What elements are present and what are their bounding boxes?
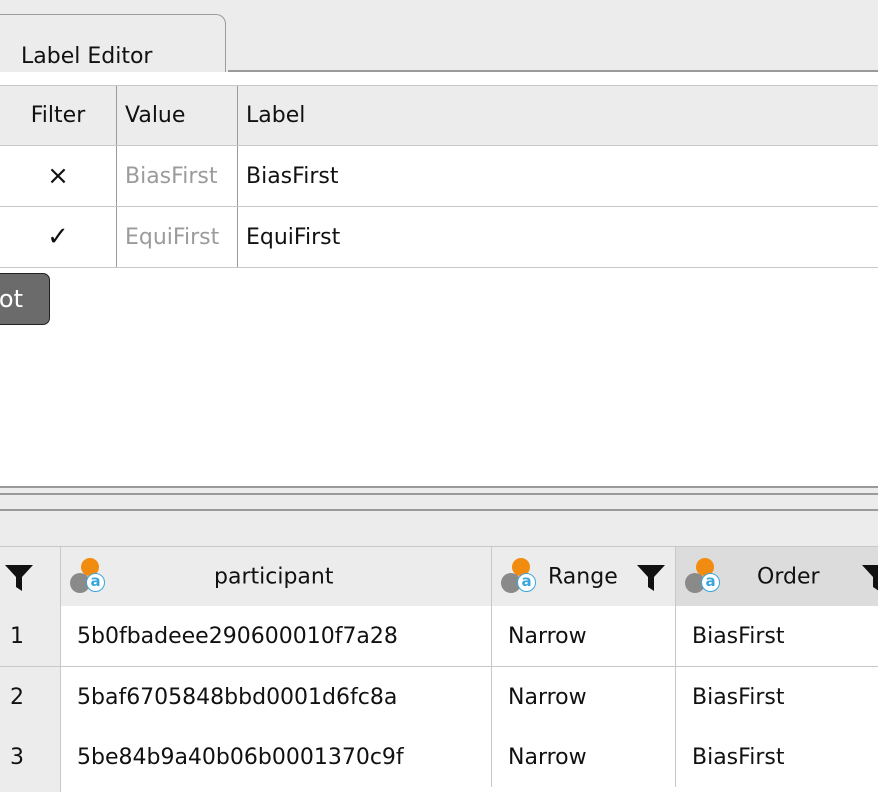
tab-label-editor[interactable]: Label Editor — [0, 14, 226, 72]
order-header-label: Order — [757, 564, 820, 590]
order-cell[interactable]: BiasFirst — [676, 667, 878, 727]
splitter-line — [0, 493, 878, 495]
participant-cell[interactable]: 5be84b9a40b06b0001370c9f — [61, 727, 492, 787]
participant-header-label: participant — [214, 564, 334, 590]
funnel-filter-icon — [5, 565, 33, 591]
funnel-filter-icon[interactable] — [635, 563, 667, 593]
splitter-line — [0, 486, 878, 488]
label-editor-panel: Filter Value Label × BiasFirst BiasFirst… — [0, 72, 878, 486]
value-cell: EquiFirst — [117, 207, 238, 267]
order-cell[interactable]: BiasFirst — [676, 606, 878, 666]
value-column-header: Value — [117, 86, 238, 145]
participant-cell[interactable]: 5baf6705848bbd0001d6fc8a — [61, 667, 492, 727]
range-column-header[interactable]: a Range — [492, 547, 676, 607]
row-index: 2 — [0, 667, 61, 727]
value-cell: BiasFirst — [117, 146, 238, 206]
row-filter-header[interactable] — [0, 547, 61, 607]
table-row[interactable]: 1 5b0fbadeee290600010f7a28 Narrow BiasFi… — [0, 606, 878, 667]
data-spreadsheet: a participant a Range a Order 1 5b0fbade… — [0, 546, 878, 792]
label-input[interactable]: BiasFirst — [238, 146, 878, 206]
row-index: 3 — [0, 727, 61, 787]
label-editor-table: Filter Value Label × BiasFirst BiasFirst… — [0, 85, 878, 268]
nominal-text-variable-icon: a — [501, 558, 541, 596]
action-button[interactable]: ot — [0, 273, 50, 325]
label-editor-row: × BiasFirst BiasFirst — [0, 146, 878, 207]
label-editor-row: ✓ EquiFirst EquiFirst — [0, 207, 878, 268]
tab-label: Label Editor — [21, 44, 153, 69]
panel-splitter[interactable] — [0, 486, 878, 511]
spreadsheet-header-row: a participant a Range a Order — [0, 546, 878, 608]
range-cell[interactable]: Narrow — [492, 667, 676, 727]
table-row[interactable]: 3 5be84b9a40b06b0001370c9f Narrow BiasFi… — [0, 727, 878, 788]
cross-icon: × — [47, 161, 69, 191]
editor-top-gap — [0, 72, 878, 85]
range-header-label: Range — [548, 564, 618, 590]
order-cell[interactable]: BiasFirst — [676, 727, 878, 787]
funnel-filter-icon[interactable] — [860, 563, 878, 593]
check-icon: ✓ — [47, 222, 69, 252]
label-editor-header-row: Filter Value Label — [0, 85, 878, 146]
tab-bar: Label Editor — [0, 0, 878, 72]
filter-column-header: Filter — [0, 86, 117, 145]
label-input[interactable]: EquiFirst — [238, 207, 878, 267]
participant-column-header[interactable]: a participant — [61, 547, 492, 607]
range-cell[interactable]: Narrow — [492, 606, 676, 666]
splitter-line — [0, 509, 878, 511]
order-column-header[interactable]: a Order — [676, 547, 878, 607]
row-index: 1 — [0, 606, 61, 666]
range-cell[interactable]: Narrow — [492, 727, 676, 787]
filter-toggle[interactable]: × — [0, 146, 117, 206]
nominal-text-variable-icon: a — [685, 558, 725, 596]
participant-cell[interactable]: 5b0fbadeee290600010f7a28 — [61, 606, 492, 666]
label-column-header: Label — [246, 103, 306, 128]
nominal-text-variable-icon: a — [70, 558, 110, 596]
table-row-partial — [0, 787, 878, 792]
filter-toggle[interactable]: ✓ — [0, 207, 117, 267]
table-row[interactable]: 2 5baf6705848bbd0001d6fc8a Narrow BiasFi… — [0, 667, 878, 728]
